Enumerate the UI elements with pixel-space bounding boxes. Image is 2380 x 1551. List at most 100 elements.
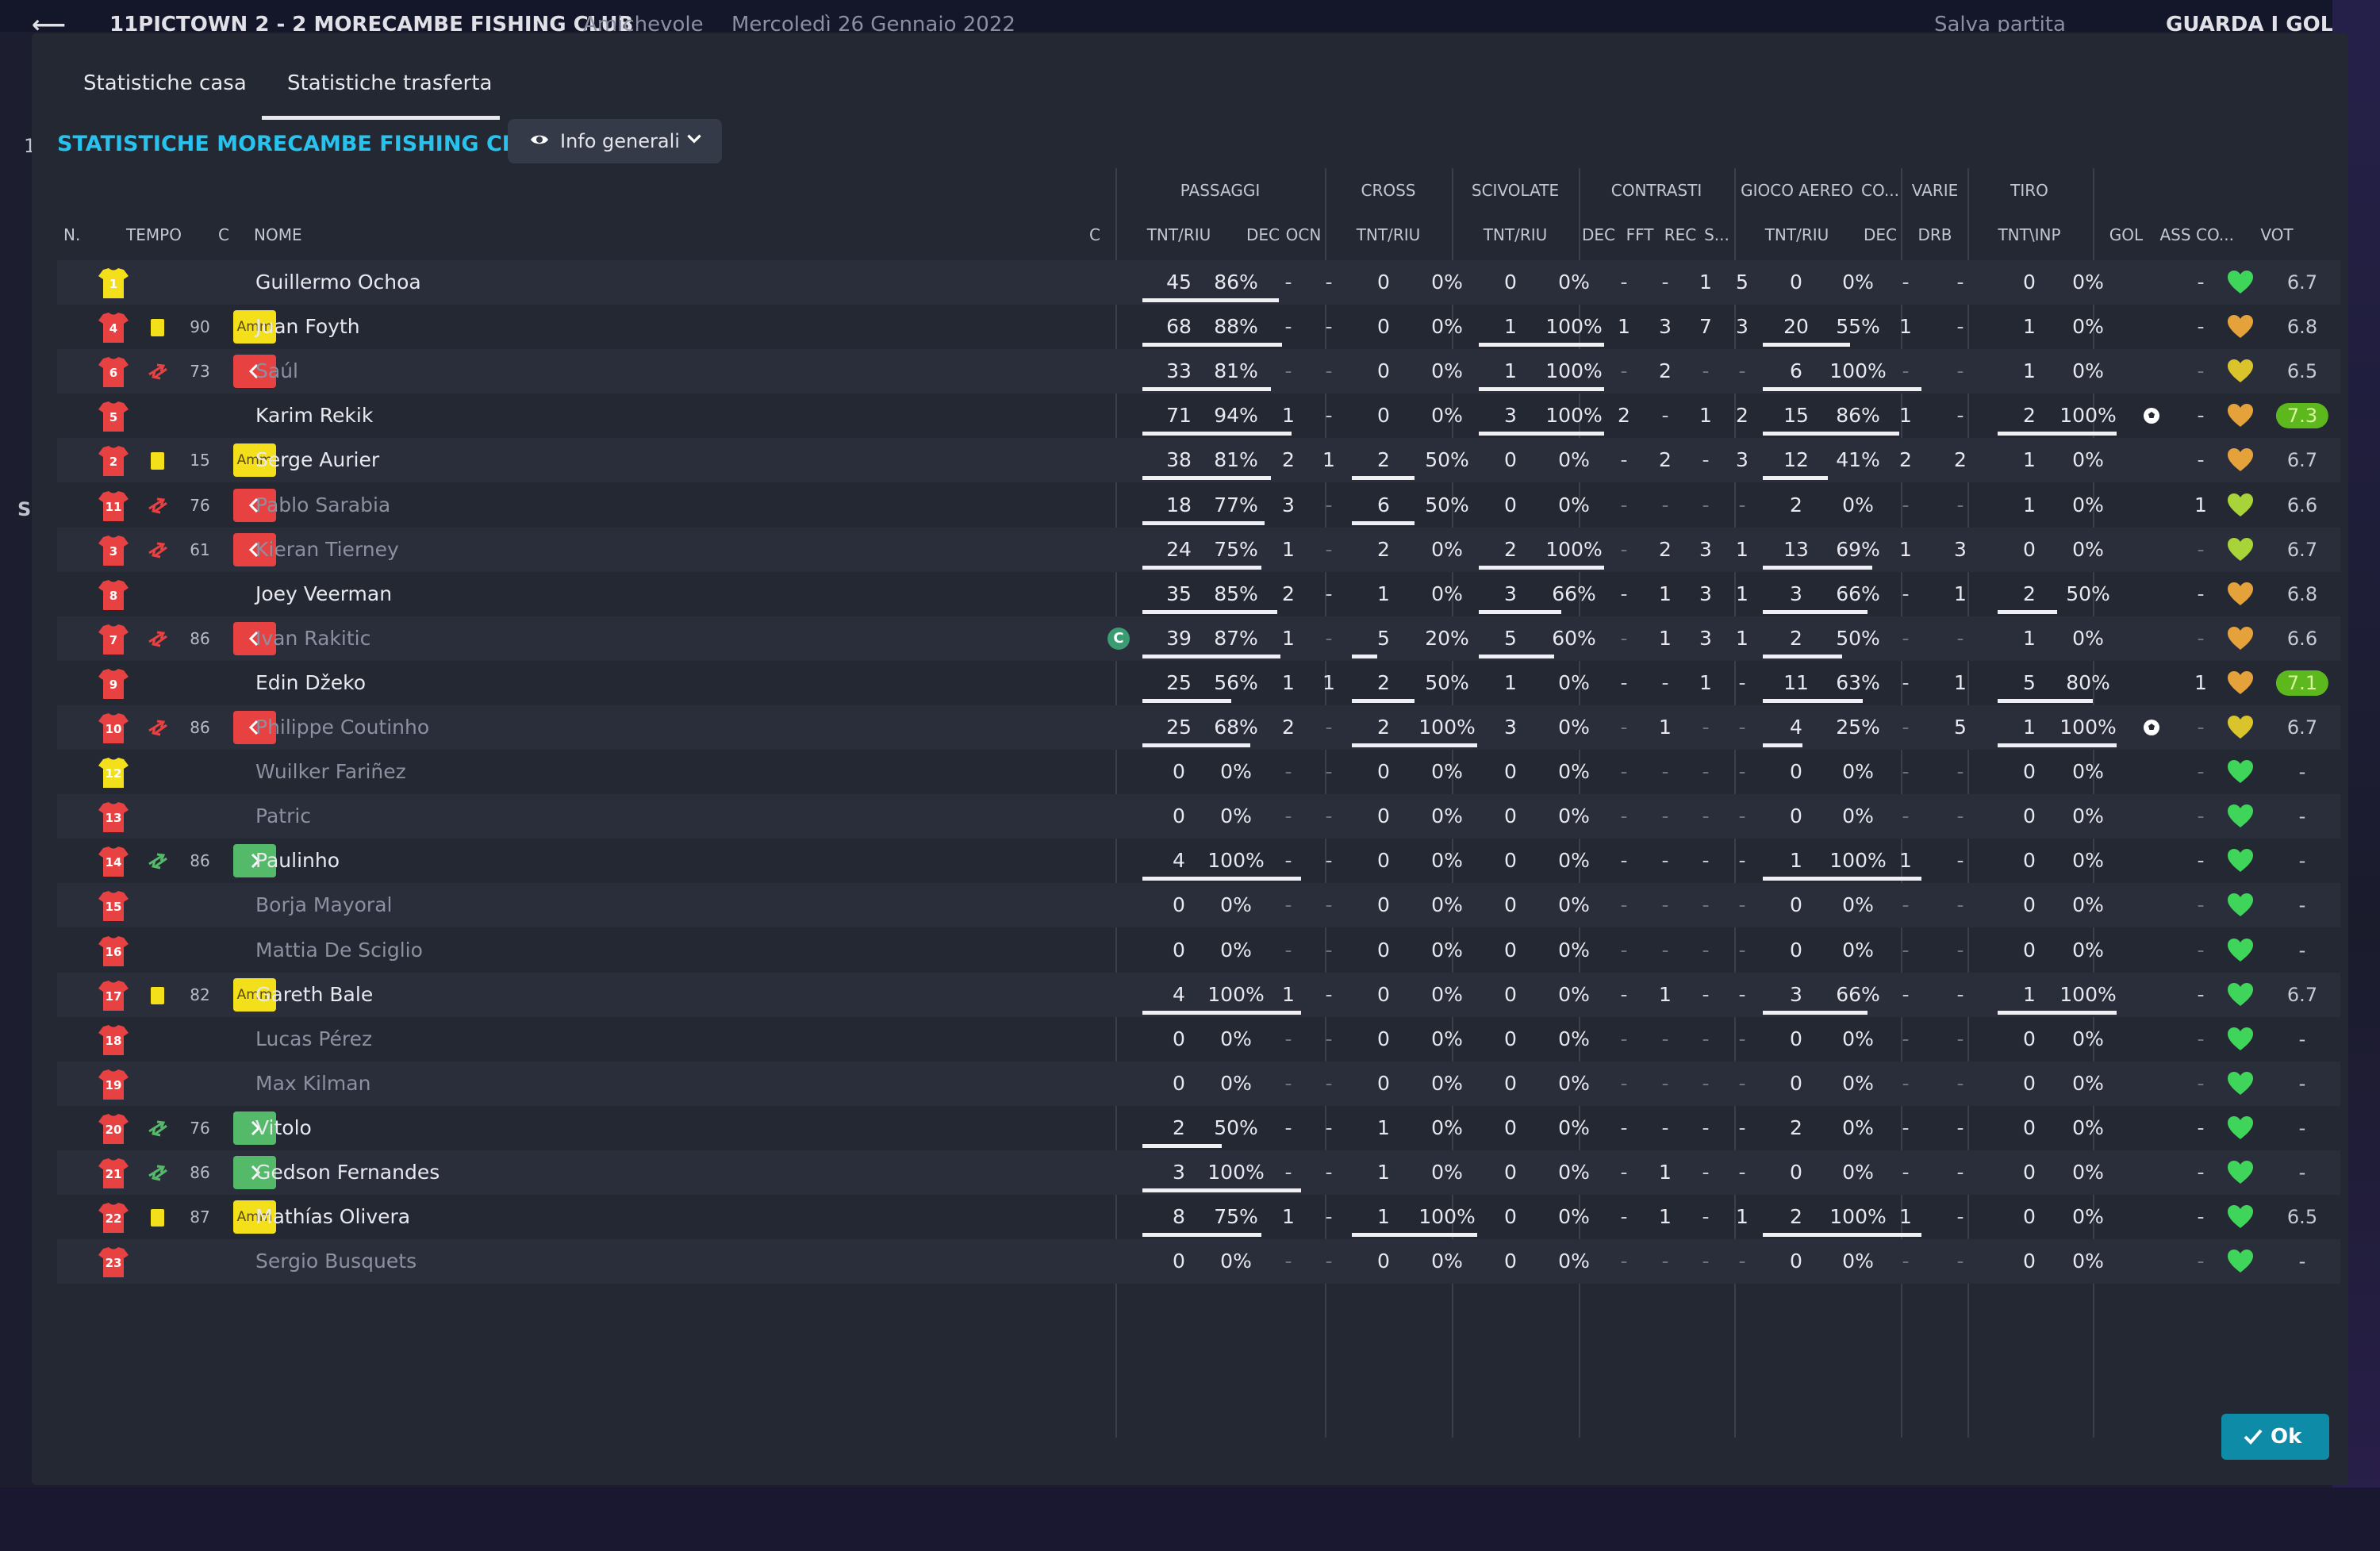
minute-text: 76 — [190, 495, 210, 515]
save-match-button[interactable]: Salva partita — [1934, 13, 2066, 32]
tab-home-stats[interactable]: Statistiche casa — [83, 71, 247, 95]
player-name[interactable]: Gareth Bale — [255, 973, 373, 1017]
substitution-arrows-icon — [148, 542, 167, 559]
player-name[interactable]: Edin Džeko — [255, 661, 366, 705]
header-drb[interactable]: DRB — [1917, 225, 1952, 244]
player-name[interactable]: Kieran Tierney — [255, 528, 399, 572]
stat-con-dec: - — [1620, 670, 1628, 694]
player-name[interactable]: Mattia De Sciglio — [255, 928, 423, 973]
stat-sciv-pct: 0% — [1558, 1161, 1590, 1184]
table-row[interactable]: 14 86 Paulinho 4 100% 0 0% 0 0% 1 100% 0 0% - - - - - -1- -… — [57, 839, 2340, 883]
table-row[interactable]: 19 Max Kilman 0 0% 0 0% 0 0% 0 0% 0 0% - - - - - - - - - - — [57, 1061, 2340, 1106]
header-co-morale[interactable]: CO... — [2196, 225, 2234, 244]
header-captain[interactable]: C — [1089, 225, 1100, 244]
stat-cross-count: 0 — [1377, 1071, 1390, 1095]
stat-tiro-bar — [1998, 1010, 2117, 1015]
table-row[interactable]: 17 82 Amm Gareth Bale 4 100% 0 0% 0 0% 3 66% 1 100% 1-… — [57, 972, 2340, 1017]
header-gol[interactable]: GOL — [2109, 225, 2143, 244]
header-cross-tnt-riu[interactable]: TNT/RIU — [1357, 225, 1421, 244]
back-arrow-icon[interactable]: ⟵ — [32, 11, 66, 32]
stat-aer-count: 0 — [1790, 1071, 1802, 1095]
tab-away-stats[interactable]: Statistiche trasferta — [287, 71, 492, 95]
player-name[interactable]: Ivan Rakitic — [255, 616, 370, 661]
stat-sciv-bar — [1479, 343, 1604, 347]
table-row[interactable]: 6 73 Saúl 33 81% 0 0% 1 100% 6 100% 1 0% - - -2- - - - -6.5 — [57, 349, 2340, 394]
table-row[interactable]: 9 Edin Džeko 25 56% 2 50% 1 0% 11 63% 5 80% 1 1- -1- -1… — [57, 661, 2340, 705]
player-name[interactable]: Max Kilman — [255, 1062, 370, 1106]
watch-goals-button[interactable]: GUARDA I GOL — [2166, 13, 2333, 32]
player-name[interactable]: Vitolo — [255, 1106, 312, 1150]
view-dropdown[interactable]: Info generali — [508, 119, 722, 163]
table-row[interactable]: 16 Mattia De Sciglio 0 0% 0 0% 0 0% 0 0% 0 0% - - - - - -… — [57, 928, 2340, 973]
table-row[interactable]: 4 90 Amm Juan Foyth 68 88% 0 0% 1 100% 20 55% 1 0% - -1… — [57, 305, 2340, 349]
header-ass[interactable]: ASS — [2159, 225, 2190, 244]
header-number[interactable]: N. — [63, 225, 80, 244]
header-name[interactable]: NOME — [254, 225, 302, 244]
header-con-rec[interactable]: REC — [1664, 225, 1697, 244]
table-row[interactable]: 1 Guillermo Ochoa 45 86% 0 0% 0 0% 0 0% 0 0% - - - -1 5-… — [57, 260, 2340, 305]
table-row[interactable]: 20 76 Vitolo 2 50% 1 0% 0 0% 2 0% 0 0% - - - - - - - - - - — [57, 1106, 2340, 1150]
header-pass-dec[interactable]: DEC — [1246, 225, 1280, 244]
table-row[interactable]: 7 86 Ivan Rakitic C 39 87% 5 20% 5 60% 2 50% 1 0% 1- -1… — [57, 616, 2340, 661]
table-row[interactable]: 10 86 Philippe Coutinho 25 68% 2 100% 3 0% 4 25% 1 1… — [57, 705, 2340, 750]
table-row[interactable]: 2 15 Amm Serge Aurier 38 81% 2 50% 0 0% 12 41% 1 0% 2 1… — [57, 438, 2340, 483]
substitution-arrows-icon — [148, 497, 167, 513]
table-row[interactable]: 21 86 Gedson Fernandes 3 100% 1 0% 0 0% 0 0% 0 0% - - -… — [57, 1150, 2340, 1195]
header-aereo-tnt-riu[interactable]: TNT/RIU — [1765, 225, 1829, 244]
group-header-gioco-aereo: GIOCO AEREO — [1741, 181, 1853, 200]
table-row[interactable]: 23 Sergio Busquets 0 0% 0 0% 0 0% 0 0% 0 0% - - - - - - - -… — [57, 1239, 2340, 1284]
stat-pass-dec: 1 — [1282, 626, 1295, 650]
header-vot[interactable]: VOT — [2260, 225, 2293, 244]
table-row[interactable]: 12 Wuilker Fariñez 0 0% 0 0% 0 0% 0 0% 0 0% - - - - - - - -… — [57, 750, 2340, 794]
stat-cross-pct: 0% — [1431, 760, 1463, 784]
player-name[interactable]: Saúl — [255, 349, 298, 394]
header-con-fft[interactable]: FFT — [1626, 225, 1654, 244]
player-name[interactable]: Joey Veerman — [255, 572, 392, 616]
player-name[interactable]: Patric — [255, 794, 311, 839]
match-type: Amichevole — [583, 13, 704, 32]
player-name[interactable]: Serge Aurier — [255, 438, 379, 482]
player-name[interactable]: Wuilker Fariñez — [255, 750, 406, 794]
header-c[interactable]: C — [218, 225, 229, 244]
table-row[interactable]: 3 61 Kieran Tierney 24 75% 2 0% 2 100% 13 69% 0 0% 1-… — [57, 527, 2340, 572]
background-footer — [0, 1488, 2380, 1551]
player-name[interactable]: Philippe Coutinho — [255, 705, 429, 750]
heart-morale-icon — [2228, 804, 2253, 828]
header-tiro-tnt-inp[interactable]: TNT\INP — [1998, 225, 2060, 244]
minute-text: 61 — [190, 539, 210, 559]
player-name[interactable]: Lucas Pérez — [255, 1017, 372, 1062]
player-name[interactable]: Pablo Sarabia — [255, 483, 390, 528]
player-name[interactable]: Borja Mayoral — [255, 883, 392, 927]
header-sciv-tnt-riu[interactable]: TNT/RIU — [1484, 225, 1548, 244]
table-row[interactable]: 13 Patric 0 0% 0 0% 0 0% 0 0% 0 0% - - - - - - - - - - — [57, 794, 2340, 839]
table-row[interactable]: 18 Lucas Pérez 0 0% 0 0% 0 0% 0 0% 0 0% - - - - - - - - - - — [57, 1017, 2340, 1062]
table-row[interactable]: 15 Borja Mayoral 0 0% 0 0% 0 0% 0 0% 0 0% - - - - - - - - - - — [57, 883, 2340, 928]
table-row[interactable]: 8 Joey Veerman 35 85% 1 0% 3 66% 3 66% 2 50% 2- -1 3 1-… — [57, 572, 2340, 616]
stat-sciv-bar — [1479, 565, 1604, 570]
header-time[interactable]: TEMPO — [126, 225, 182, 244]
player-name[interactable]: Sergio Busquets — [255, 1239, 416, 1284]
stat-ass: - — [2197, 537, 2205, 561]
table-row[interactable]: 22 87 Amm Mathías Olivera 8 75% 1 100% 0 0% 2 100% 0… — [57, 1195, 2340, 1239]
table-row[interactable]: 11 76 Pablo Sarabia 18 77% 6 50% 0 0% 2 0% 1 0% 3- - - -… — [57, 483, 2340, 528]
heart-morale-icon — [2228, 626, 2253, 650]
player-name[interactable]: Gedson Fernandes — [255, 1150, 440, 1195]
ok-button[interactable]: Ok — [2221, 1414, 2329, 1460]
player-name[interactable]: Mathías Olivera — [255, 1195, 410, 1239]
header-co-dec[interactable]: DEC — [1864, 225, 1897, 244]
stat-pass-bar — [1142, 609, 1277, 614]
stat-con-dec: - — [1620, 760, 1628, 784]
header-con-s[interactable]: S... — [1704, 225, 1729, 244]
header-pass-ocn[interactable]: OCN — [1286, 225, 1322, 244]
stat-drb: 1 — [1954, 582, 1967, 605]
header-con-dec[interactable]: DEC — [1582, 225, 1615, 244]
stat-pass-bar — [1142, 654, 1280, 658]
header-pass-tnt-riu[interactable]: TNT/RIU — [1147, 225, 1211, 244]
stat-pass-count: 0 — [1173, 893, 1185, 917]
player-name[interactable]: Karim Rekik — [255, 394, 373, 438]
player-name[interactable]: Guillermo Ochoa — [255, 260, 421, 305]
player-name[interactable]: Juan Foyth — [255, 305, 360, 349]
player-name[interactable]: Paulinho — [255, 839, 340, 883]
table-row[interactable]: 5 Karim Rekik 71 94% 0 0% 3 100% 15 86% 2 100% 1-2-1… — [57, 394, 2340, 438]
stat-pass-bar — [1142, 877, 1301, 881]
